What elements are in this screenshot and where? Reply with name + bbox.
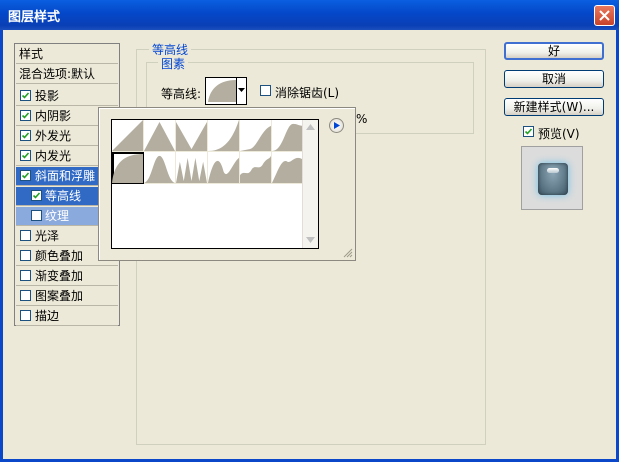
- anti-alias-label: 消除锯齿(L): [275, 86, 340, 100]
- contour-preset-sawtooth[interactable]: [272, 152, 304, 184]
- close-button[interactable]: [594, 5, 615, 26]
- checkmark-icon: [21, 152, 30, 159]
- style-item-label: 等高线: [45, 189, 82, 203]
- new-style-button[interactable]: 新建样式(W)...: [504, 98, 604, 116]
- style-checkbox[interactable]: [20, 150, 31, 161]
- rounded-steps-contour-icon: [240, 155, 271, 183]
- ok-button[interactable]: 好: [504, 42, 604, 60]
- contour-picker[interactable]: [205, 77, 247, 105]
- resize-grip-icon[interactable]: [343, 248, 353, 258]
- contour-preset-gaussian[interactable]: [272, 120, 304, 152]
- contour-preset-cove-shallow[interactable]: [240, 120, 272, 152]
- contour-preset-ring[interactable]: [144, 152, 176, 184]
- style-item-label: 描边: [35, 309, 60, 323]
- cove-deep-contour-icon: [208, 120, 239, 151]
- contour-thumbnail[interactable]: [208, 80, 236, 102]
- contour-picker-popup: [98, 107, 356, 261]
- contour-preset-cove-deep[interactable]: [208, 120, 240, 152]
- contour-preset-ring-double[interactable]: [176, 152, 208, 184]
- cone-inverted-contour-icon: [176, 121, 207, 151]
- half-round-contour-icon: [112, 153, 143, 183]
- checkmark-icon: [21, 172, 30, 179]
- close-icon: [599, 10, 610, 21]
- title-bar[interactable]: 图层样式: [0, 0, 619, 30]
- preview-swatch: [538, 163, 568, 195]
- style-checkbox[interactable]: [20, 130, 31, 141]
- chevron-up-icon: [306, 124, 315, 130]
- checkmark-icon: [32, 192, 41, 199]
- blend-options-label: 混合选项:默认: [19, 67, 96, 81]
- ring-contour-icon: [144, 155, 175, 183]
- preset-scrollbar[interactable]: [302, 120, 318, 248]
- layer-style-dialog: 图层样式 样式 混合选项:默认 投影内阴影外发光内发光斜面和浮雕等高线纹理光泽颜…: [0, 0, 619, 462]
- style-item-label: 斜面和浮雕: [35, 169, 96, 183]
- checkmark-icon: [21, 132, 30, 139]
- elements-group-title: 图素: [158, 55, 189, 72]
- style-checkbox[interactable]: [31, 190, 42, 201]
- style-item-11[interactable]: 图案叠加: [16, 287, 118, 306]
- range-percent-unit: %: [356, 112, 368, 126]
- window-title: 图层样式: [8, 10, 61, 25]
- contour-preset-rolling-slope[interactable]: [208, 152, 240, 184]
- checkmark-icon: [21, 112, 30, 119]
- contour-preset-grid: [111, 119, 319, 249]
- chevron-down-icon: [238, 88, 245, 92]
- contour-preset-rounded-steps[interactable]: [240, 152, 272, 184]
- checkmark-icon: [524, 128, 533, 135]
- cancel-button[interactable]: 取消: [504, 70, 604, 88]
- ring-double-contour-icon: [176, 157, 207, 183]
- style-checkbox[interactable]: [20, 110, 31, 121]
- chevron-down-icon: [306, 237, 315, 243]
- style-checkbox[interactable]: [20, 170, 31, 181]
- style-item-label: 渐变叠加: [35, 269, 84, 283]
- scroll-down-button[interactable]: [303, 233, 318, 248]
- style-item-label: 纹理: [45, 209, 70, 223]
- window-border-left: [0, 30, 3, 462]
- half-round-contour-icon: [208, 80, 236, 102]
- style-checkbox[interactable]: [20, 310, 31, 321]
- picker-menu-button[interactable]: [329, 118, 344, 133]
- play-arrow-icon: [334, 122, 340, 129]
- cone-contour-icon: [144, 121, 175, 151]
- contour-label: 等高线:: [161, 87, 202, 101]
- contour-dropdown-arrow[interactable]: [236, 78, 246, 104]
- contour-preset-tiles: [112, 120, 304, 190]
- scroll-up-button[interactable]: [303, 120, 318, 135]
- style-preview-thumbnail: [521, 146, 583, 210]
- anti-alias-checkbox[interactable]: [260, 85, 271, 96]
- style-item-label: 外发光: [35, 129, 72, 143]
- style-item-label: 图案叠加: [35, 289, 84, 303]
- style-checkbox[interactable]: [20, 90, 31, 101]
- linear-contour-icon: [112, 120, 143, 151]
- style-item-label: 投影: [35, 89, 60, 103]
- style-checkbox[interactable]: [20, 250, 31, 261]
- style-item-1[interactable]: 投影: [16, 87, 118, 106]
- style-item-label: 颜色叠加: [35, 249, 84, 263]
- style-item-label: 光泽: [35, 229, 60, 243]
- style-checkbox[interactable]: [31, 210, 42, 221]
- style-checkbox[interactable]: [20, 230, 31, 241]
- style-list-header-label: 样式: [19, 47, 44, 61]
- contour-preset-cone[interactable]: [144, 120, 176, 152]
- style-item-10[interactable]: 渐变叠加: [16, 267, 118, 286]
- contour-preset-cone-inverted[interactable]: [176, 120, 208, 152]
- style-list-blend-options[interactable]: 混合选项:默认: [16, 65, 118, 84]
- style-item-label: 内发光: [35, 149, 72, 163]
- sawtooth-contour-icon: [272, 157, 303, 183]
- contour-preset-linear[interactable]: [112, 120, 144, 152]
- preview-label: 预览(V): [538, 127, 580, 141]
- rolling-slope-contour-icon: [208, 157, 239, 183]
- style-item-12[interactable]: 描边: [16, 307, 118, 326]
- style-checkbox[interactable]: [20, 290, 31, 301]
- style-checkbox[interactable]: [20, 270, 31, 281]
- style-item-label: 内阴影: [35, 109, 72, 123]
- cove-shallow-contour-icon: [240, 125, 271, 151]
- preview-checkbox[interactable]: [523, 126, 534, 137]
- contour-preset-half-round[interactable]: [112, 152, 144, 184]
- checkmark-icon: [21, 92, 30, 99]
- gaussian-contour-icon: [272, 123, 303, 151]
- style-list-header[interactable]: 样式: [16, 45, 118, 64]
